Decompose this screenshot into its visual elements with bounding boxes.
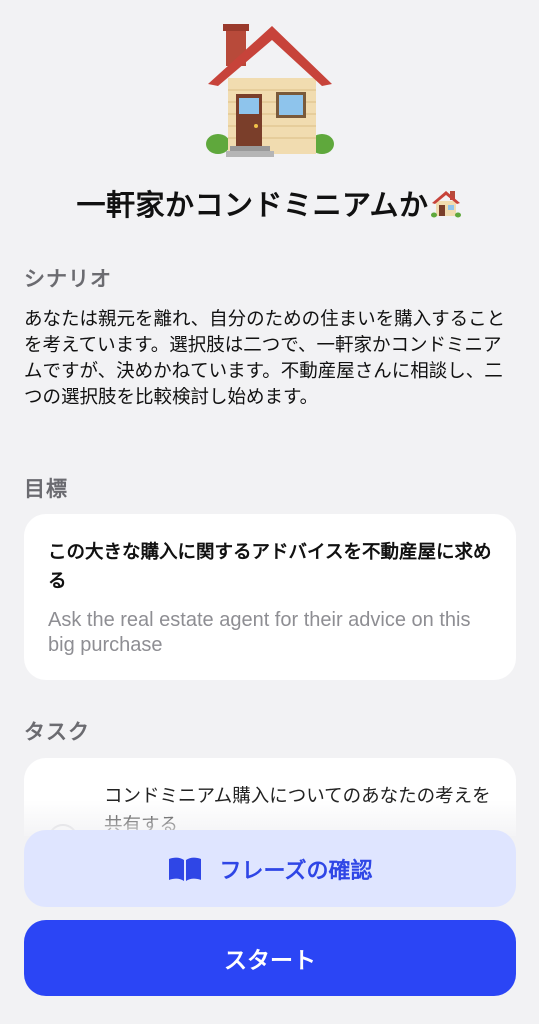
scenario-text: あなたは親元を離れ、自分のための住まいを購入することを考えています。選択肢は二つ… xyxy=(24,309,506,408)
start-button[interactable]: スタート xyxy=(24,920,516,996)
scenario-label: シナリオ xyxy=(24,267,112,291)
page-title: 一軒家かコンドミニアムか xyxy=(0,182,539,226)
check-phrases-label: フレーズの確認 xyxy=(219,858,373,884)
goal-text-jp: この大きな購入に関するアドバイスを不動産屋に求める xyxy=(48,542,492,592)
goal-text-en: Ask the real estate agent for their advi… xyxy=(48,609,471,656)
check-phrases-button[interactable]: フレーズの確認 xyxy=(24,830,516,907)
goal-card: この大きな購入に関するアドバイスを不動産屋に求める Ask the real e… xyxy=(24,514,516,680)
hero-house-icon xyxy=(0,20,539,165)
book-icon xyxy=(168,856,202,882)
page-title-text: 一軒家かコンドミニアムか xyxy=(76,188,429,222)
tasks-label: タスク xyxy=(24,720,90,744)
goal-label: 目標 xyxy=(24,477,68,501)
house-icon xyxy=(430,187,462,226)
start-button-label: スタート xyxy=(224,948,316,974)
